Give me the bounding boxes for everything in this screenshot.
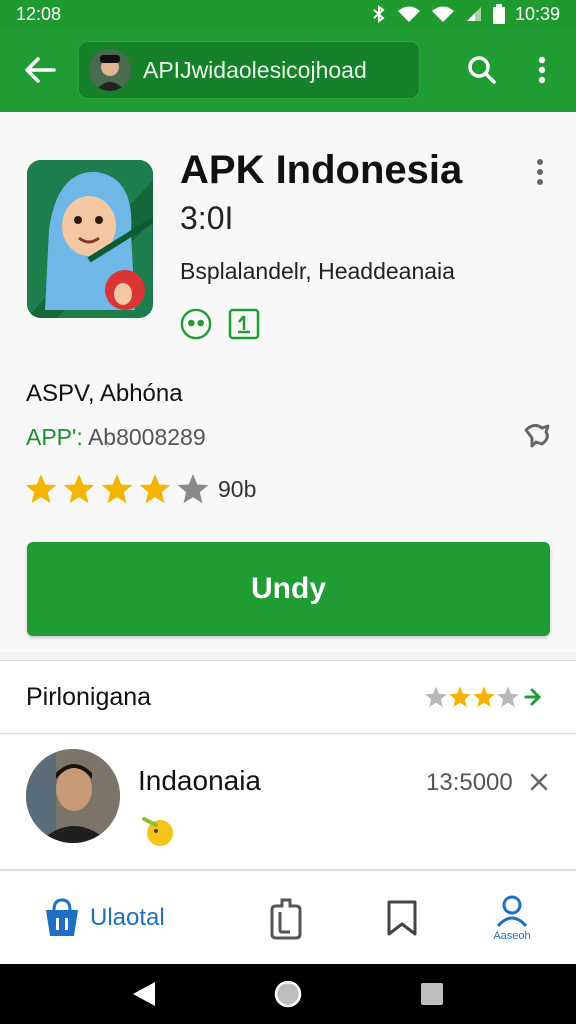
address-bar[interactable]: APIJwidaolesicojhoad [78,41,420,99]
list-item[interactable]: Indaonaia 13:5000 [0,735,576,870]
star-filled-icon [63,474,95,504]
status-icons: 10:39 [371,4,560,25]
share-icon [524,423,550,448]
install-button[interactable]: Undy [27,542,550,636]
signal-icon [465,5,483,23]
rating-row: 90b [24,472,256,506]
clipboard-icon [270,898,302,940]
avatar [26,749,120,843]
arrow-left-icon [25,57,56,83]
apk-prefix: APP': [26,424,88,450]
site-avatar [89,49,131,91]
status-time-right: 10:39 [514,3,560,24]
star-filled-icon [473,686,495,707]
nav-item-clipboard[interactable] [264,881,308,955]
nav-item-bookmarks[interactable] [380,881,424,955]
bluetooth-icon [371,5,387,23]
verified-badge [180,308,212,340]
star-empty-icon [177,474,209,504]
star-filled-icon [449,686,471,707]
star-empty-icon [497,686,519,707]
system-navigation-bar [0,964,576,1024]
star-filled-icon [25,474,57,504]
system-back-button[interactable] [126,976,162,1012]
app-bar: APIJwidaolesicojhoad [0,28,576,112]
nav-item-store-label: Ulaotal [90,904,165,931]
install-badge [228,308,260,340]
status-time: 12:08 [16,3,62,24]
shopping-bag-icon [46,898,78,936]
app-details-card: APK Indonesia 3:0I Bsplalandelr, Headdea… [0,112,576,652]
star-filled-icon [139,474,171,504]
close-icon [530,773,548,791]
ratings-section-header[interactable]: Pirlonigana [0,660,576,734]
document-badge-icon [228,308,260,340]
dismiss-button[interactable] [526,767,552,797]
nav-item-store[interactable]: Ulaotal [44,881,165,955]
back-button[interactable] [14,44,66,96]
star-empty-icon [425,686,447,707]
app-info-name: ASPV, Abhóna [26,380,183,407]
user-icon [496,895,528,928]
more-vertical-icon [538,56,546,84]
triangle-back-icon [133,982,155,1006]
nav-item-account[interactable]: Aaseoh [484,881,540,955]
apk-value: Ab8008289 [87,424,206,450]
rating-count: 90b [218,475,257,502]
overflow-menu-button[interactable] [520,44,564,96]
app-version: 3:0I [180,200,234,236]
bookmark-icon [387,900,417,936]
wifi-icon-secondary [431,5,455,23]
section-title: Pirlonigana [26,683,152,711]
address-text: APIJwidaolesicojhoad [143,56,367,83]
search-icon [468,56,496,84]
face-badge-icon [180,308,212,340]
star-filled-icon [101,474,133,504]
bottom-navigation: Ulaotal Aaseoh [0,870,576,964]
search-button[interactable] [460,44,504,96]
app-developer: Bsplalandelr, Headdeanaia [180,258,455,284]
system-recents-button[interactable] [414,976,450,1012]
section-rating [424,685,544,709]
card-overflow-button[interactable] [524,152,556,192]
status-bar: 12:08 10:39 [0,0,576,28]
share-button[interactable] [516,412,560,456]
app-title: APK Indonesia [180,148,463,192]
app-icon [27,160,153,318]
more-vertical-icon [537,159,543,185]
square-recents-icon [421,983,443,1005]
review-value: 13:5000 [426,769,513,796]
wifi-icon [397,5,421,23]
nav-item-account-label: Aaseoh [493,930,531,942]
apk-info: APP': Ab8008289 [26,424,206,451]
system-home-button[interactable] [270,976,306,1012]
chevron-right-icon [524,688,542,706]
circle-home-icon [274,980,302,1008]
emoji-icon [142,817,173,846]
review-author: Indaonaia [138,765,262,796]
battery-icon [492,4,505,24]
